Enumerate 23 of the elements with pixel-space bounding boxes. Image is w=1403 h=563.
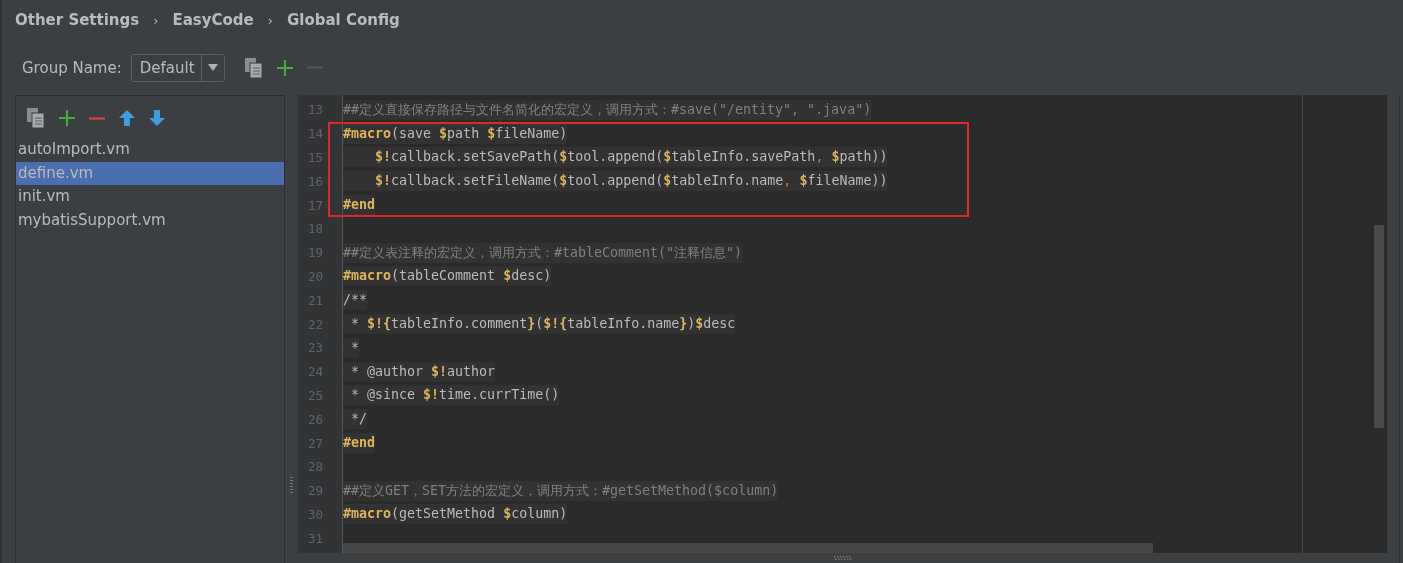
breadcrumb-item[interactable]: Other Settings <box>15 11 140 29</box>
group-name-dropdown[interactable]: Default <box>130 53 225 82</box>
remove-icon[interactable] <box>89 116 105 120</box>
breadcrumb-separator: › <box>267 12 273 28</box>
template-file-item[interactable]: mybatisSupport.vm <box>16 208 284 232</box>
group-name-label: Group Name: <box>22 58 122 77</box>
breadcrumb-separator: › <box>153 12 159 28</box>
copy-icon[interactable] <box>27 108 45 128</box>
horizontal-scrollbar[interactable] <box>343 543 1153 553</box>
add-icon[interactable] <box>59 110 75 126</box>
vertical-scrollbar[interactable] <box>1374 225 1384 428</box>
down-arrow-icon[interactable] <box>149 110 165 126</box>
splitter-grip-icon[interactable] <box>290 477 293 493</box>
copy-icon[interactable] <box>244 57 263 78</box>
up-arrow-icon[interactable] <box>119 110 135 126</box>
splitter-grip-icon[interactable] <box>833 556 852 560</box>
breadcrumb-item[interactable]: EasyCode <box>172 11 254 29</box>
template-file-item[interactable]: autoImport.vm <box>16 138 284 162</box>
dropdown-arrow-icon <box>207 64 218 71</box>
breadcrumb-item[interactable]: Global Config <box>286 11 400 29</box>
template-file-item[interactable]: init.vm <box>16 185 284 209</box>
add-icon[interactable] <box>276 59 293 76</box>
code-editor[interactable] <box>298 95 1387 553</box>
